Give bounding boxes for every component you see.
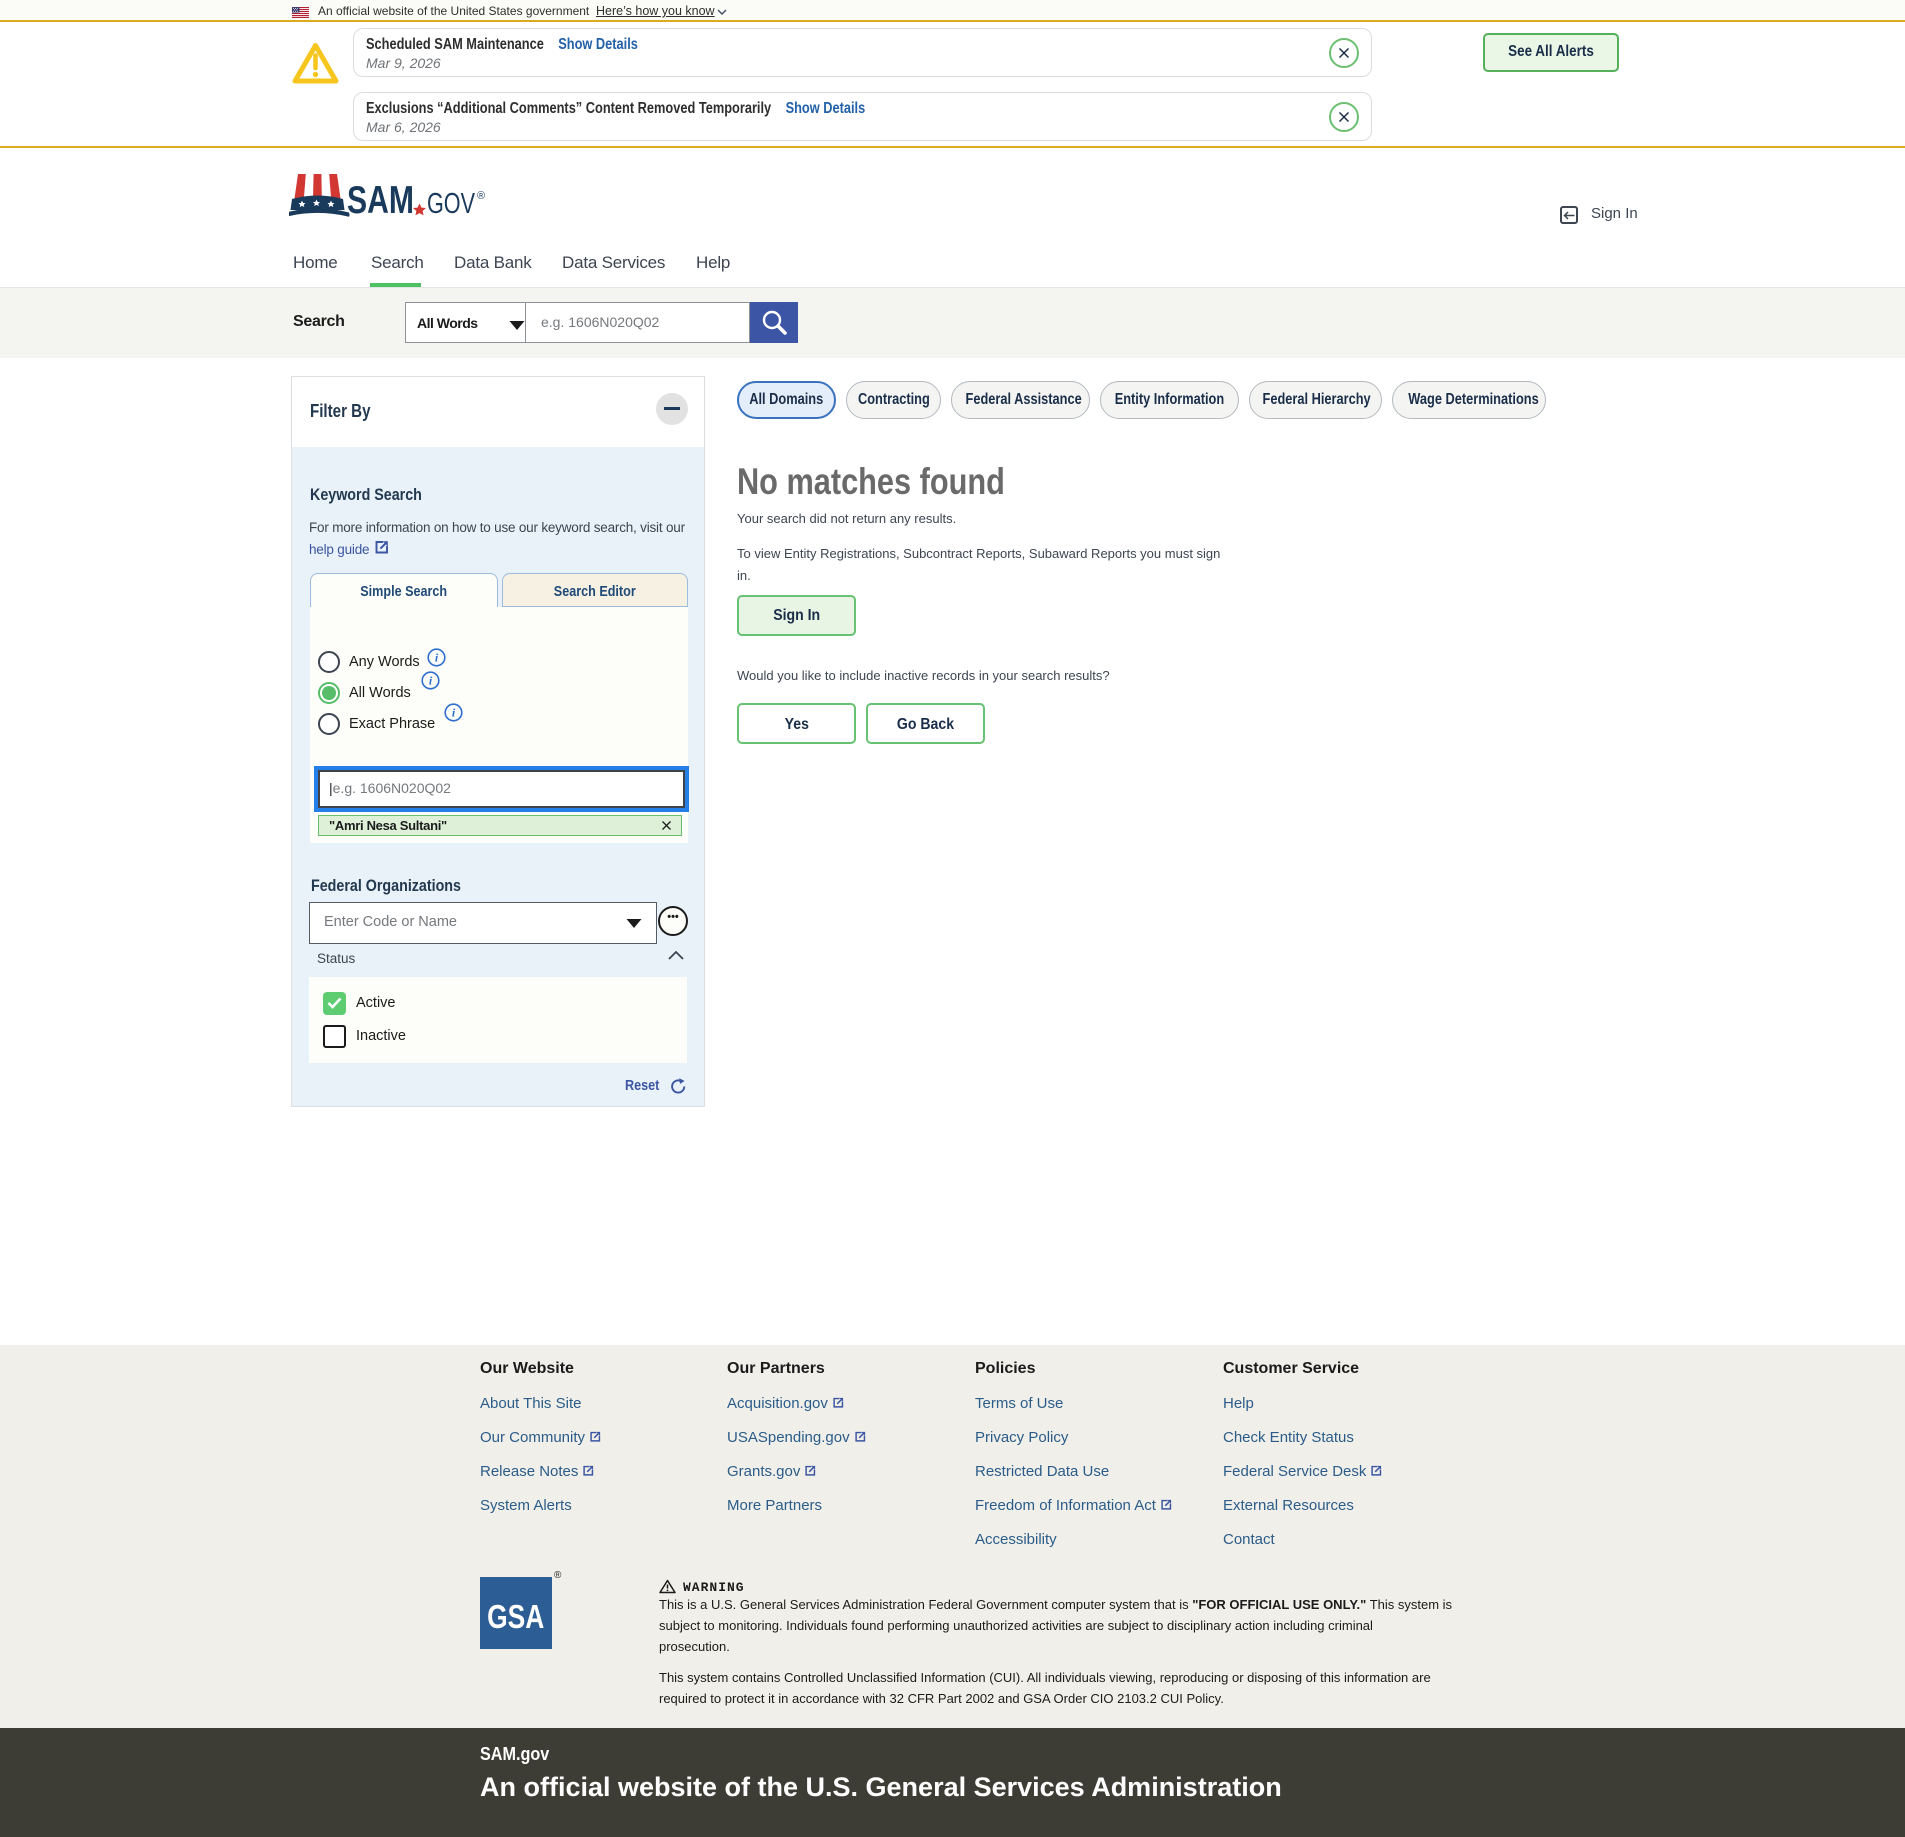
svg-text:GOV: GOV — [427, 188, 475, 220]
svg-text:i: i — [435, 650, 439, 664]
svg-text:®: ® — [477, 190, 485, 202]
svg-text:i: i — [429, 673, 433, 687]
svg-text:SAM: SAM — [347, 179, 414, 222]
svg-text:i: i — [452, 705, 456, 719]
